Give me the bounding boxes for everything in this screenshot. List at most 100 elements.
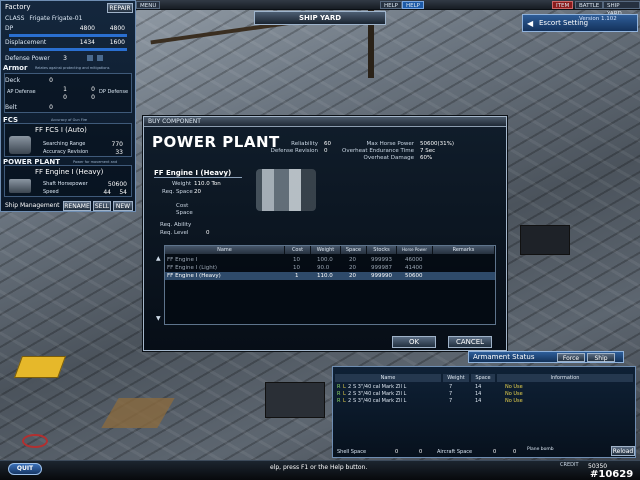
- force-tab[interactable]: Force: [557, 353, 585, 362]
- ok-button[interactable]: OK: [392, 336, 436, 348]
- row-stocks: 999987: [371, 265, 392, 271]
- armor-subtitle: Relates against protecting and mitigatio…: [35, 66, 110, 70]
- defense-up-button[interactable]: [87, 55, 93, 61]
- table-row-selected[interactable]: FF Engine I (Heavy) 1 110.0 20 999990 50…: [165, 272, 495, 280]
- row-space: 20: [349, 265, 356, 271]
- row-name: FF Engine I (Light): [167, 265, 218, 271]
- help-hint: elp, press F1 or the Help button.: [270, 464, 368, 471]
- deck-label: Deck: [5, 77, 21, 84]
- weight-label: Weight: [172, 181, 192, 187]
- arm-l: L: [343, 384, 346, 390]
- armament-title: Armament Status: [473, 353, 535, 361]
- plane-bomb-label: Plane bomb: [527, 447, 554, 452]
- arm-space: 14: [475, 391, 482, 397]
- dp-max: 4800: [109, 25, 125, 32]
- cancel-button[interactable]: CANCEL: [448, 336, 492, 348]
- quit-button[interactable]: QUIT: [8, 463, 42, 475]
- deck-value: 0: [49, 77, 53, 84]
- arm-r: R: [337, 384, 341, 390]
- col-stocks: Stocks: [367, 246, 397, 254]
- table-row[interactable]: FF Engine I 10 100.0 20 999993 46000: [165, 256, 495, 264]
- arm-col-information: Information: [497, 374, 633, 382]
- searching-label: Searching Range: [43, 141, 86, 147]
- row-cost: 1: [295, 273, 299, 279]
- armament-status-bar: Armament Status Force Ship: [468, 351, 624, 363]
- escort-setting-button[interactable]: ◀ Escort Setting Version 1.102: [522, 14, 638, 32]
- reliability-label: Reliability: [291, 141, 318, 147]
- arm-info: No Use: [505, 384, 523, 390]
- arm-col-name: Name: [335, 374, 441, 382]
- armament-row[interactable]: R L 2 S 3"/40 cal Mark ZII L 7 14 No Use: [335, 384, 635, 391]
- engine-image: [9, 179, 31, 193]
- row-space: 20: [349, 273, 356, 279]
- row-name: FF Engine I: [167, 257, 198, 263]
- arm-info: No Use: [505, 391, 523, 397]
- dp-bar: [9, 34, 127, 37]
- dock-path: [101, 398, 175, 428]
- row-name: FF Engine I (Heavy): [167, 273, 221, 279]
- arm-name: S 3"/40 cal Mark ZII L: [353, 398, 407, 404]
- overheat-endurance-value: 7 Sec: [420, 148, 436, 154]
- scroll-down-icon[interactable]: ▼: [156, 315, 161, 322]
- item-button[interactable]: ITEM: [552, 1, 574, 9]
- help-button-2[interactable]: HELP: [402, 1, 424, 9]
- cost-label: Cost: [176, 203, 189, 209]
- ship-tab[interactable]: Ship: [587, 353, 615, 362]
- req-level-value: 0: [206, 230, 210, 236]
- col-space: Space: [341, 246, 367, 254]
- row-stocks: 999990: [371, 273, 392, 279]
- arm-l: L: [343, 391, 346, 397]
- weight-value: 110.0 Ton: [194, 181, 221, 187]
- shaft-value: 50600: [107, 181, 127, 188]
- armor-section-title: Armor: [3, 64, 28, 72]
- buy-component-header: BUY COMPONENT: [144, 117, 506, 127]
- belt-value: 0: [49, 104, 53, 111]
- warehouse-block: [265, 382, 325, 418]
- arm-weight: 7: [449, 398, 453, 404]
- power-name: FF Engine I (Heavy): [35, 168, 104, 176]
- defense-down-button[interactable]: [97, 55, 103, 61]
- arm-weight: 7: [449, 384, 453, 390]
- battle-button[interactable]: BATTLE: [575, 1, 604, 9]
- col-horse-power: Horse Power: [397, 246, 433, 254]
- armament-row[interactable]: R L 2 S 3"/40 cal Mark ZII L 7 14 No Use: [335, 398, 635, 405]
- col-name: Name: [165, 246, 285, 254]
- shipyard-button[interactable]: SHIP YARD: [603, 1, 640, 17]
- searching-value: 770: [111, 141, 123, 148]
- rename-button[interactable]: RENAME: [63, 201, 91, 211]
- displacement-current: 1434: [79, 39, 95, 46]
- col-cost: Cost: [285, 246, 311, 254]
- row-weight: 90.0: [317, 265, 330, 271]
- table-row[interactable]: FF Engine I (Light) 10 90.0 20 999987 41…: [165, 264, 495, 272]
- arm-space: 14: [475, 398, 482, 404]
- version-label: Version 1.102: [579, 16, 617, 22]
- reload-button[interactable]: Reload: [611, 446, 635, 456]
- armament-row[interactable]: R L 2 S 3"/40 cal Mark ZII L 7 14 No Use: [335, 391, 635, 398]
- ap-value-1: 1: [63, 86, 67, 93]
- col-weight: Weight: [311, 246, 341, 254]
- shell-space-value-1: 0: [395, 449, 399, 455]
- speed-label: Speed: [43, 189, 59, 195]
- arm-l: L: [343, 398, 346, 404]
- max-horse-power-label: Max Horse Power: [366, 141, 414, 147]
- arm-r: R: [337, 391, 341, 397]
- req-space-label: Req. Space: [162, 189, 193, 195]
- repair-button[interactable]: REPAIR: [107, 3, 133, 13]
- buy-component-window: BUY COMPONENT POWER PLANT Reliability 60…: [143, 116, 507, 351]
- row-weight: 110.0: [317, 273, 333, 279]
- accuracy-value: 33: [115, 149, 123, 156]
- dp-def-value-2: 0: [91, 94, 95, 101]
- reliability-value: 60: [324, 141, 331, 147]
- menu-button[interactable]: MENU: [136, 1, 161, 9]
- new-button[interactable]: NEW: [113, 201, 133, 211]
- sell-button[interactable]: SELL: [93, 201, 111, 211]
- arm-r: R: [337, 398, 341, 404]
- watermark-text: #10629: [590, 469, 634, 480]
- overheat-endurance-label: Overheat Endurance Time: [342, 148, 414, 154]
- fcs-subtitle: Accuracy of Gun Fire: [51, 118, 88, 122]
- scroll-up-icon[interactable]: ▲: [156, 255, 161, 262]
- arm-space: 14: [475, 384, 482, 390]
- help-button[interactable]: HELP: [380, 1, 402, 9]
- ap-value-2: 0: [63, 94, 67, 101]
- row-stocks: 999993: [371, 257, 392, 263]
